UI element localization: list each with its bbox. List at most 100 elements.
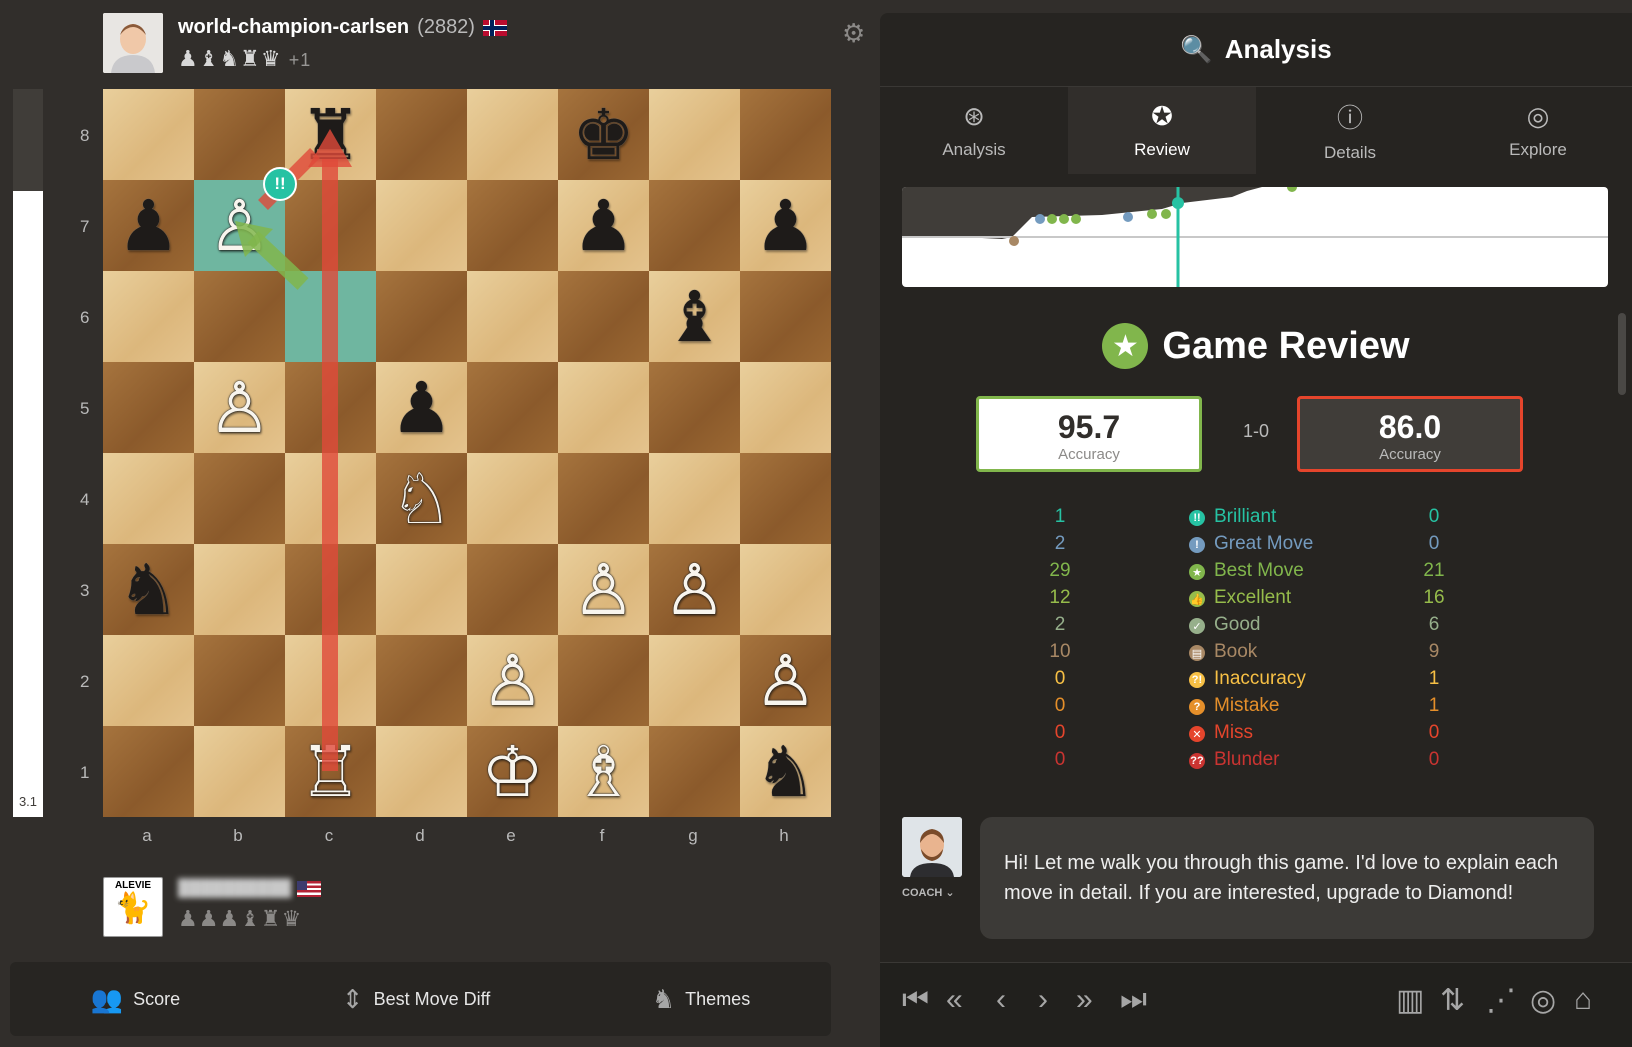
board-square-a2[interactable] <box>103 635 194 726</box>
classification-row[interactable]: 2! Great Move 0 <box>880 533 1632 561</box>
board-square-c2[interactable] <box>285 635 376 726</box>
classification-row[interactable]: 1!! Brilliant 0 <box>880 506 1632 534</box>
classification-row[interactable]: 0?! Inaccuracy 1 <box>880 668 1632 696</box>
board-square-b4[interactable] <box>194 453 285 544</box>
chart-icon[interactable]: ▥ <box>1396 983 1424 1018</box>
board-square-b2[interactable] <box>194 635 285 726</box>
flip-icon[interactable]: ⇅ <box>1440 983 1465 1018</box>
board-square-h4[interactable] <box>740 453 831 544</box>
board-square-c6[interactable] <box>285 271 376 362</box>
board-square-e2[interactable]: ♙ <box>467 635 558 726</box>
coach-avatar[interactable] <box>902 817 962 877</box>
next-icon[interactable]: › <box>1038 983 1048 1017</box>
board-square-b3[interactable] <box>194 544 285 635</box>
chess-piece[interactable]: ♜ <box>299 100 362 170</box>
tab-details[interactable]: ⓘ Details <box>1256 87 1444 174</box>
board-square-g1[interactable] <box>649 726 740 817</box>
board-square-f5[interactable] <box>558 362 649 453</box>
board-square-d5[interactable]: ♟ <box>376 362 467 453</box>
first-move-icon[interactable]: ⏮ <box>902 983 929 1017</box>
tab-review[interactable]: ✪ Review <box>1068 87 1256 174</box>
chess-piece[interactable]: ♖ <box>299 737 362 807</box>
board-square-b6[interactable] <box>194 271 285 362</box>
chess-piece[interactable]: ♟ <box>390 373 453 443</box>
classification-row[interactable]: 0? Mistake 1 <box>880 695 1632 723</box>
top-player-avatar[interactable] <box>103 13 163 73</box>
board-square-g4[interactable] <box>649 453 740 544</box>
board-square-b8[interactable] <box>194 89 285 180</box>
best-move-diff-button[interactable]: ⇕ Best Move Diff <box>342 984 491 1015</box>
tab-analysis[interactable]: ⊛ Analysis <box>880 87 1068 174</box>
board-square-g2[interactable] <box>649 635 740 726</box>
board-square-e1[interactable]: ♔ <box>467 726 558 817</box>
classification-row[interactable]: 10 ▤ Book 9 <box>880 641 1632 669</box>
back-fast-icon[interactable]: « <box>946 983 963 1017</box>
board-square-e4[interactable] <box>467 453 558 544</box>
board-square-a5[interactable] <box>103 362 194 453</box>
board-square-d8[interactable] <box>376 89 467 180</box>
board-square-g7[interactable] <box>649 180 740 271</box>
board-square-d2[interactable] <box>376 635 467 726</box>
library-icon[interactable]: ⌂ <box>1574 983 1592 1017</box>
chess-piece[interactable]: ♙ <box>208 191 271 261</box>
board-square-e6[interactable] <box>467 271 558 362</box>
board-square-a6[interactable] <box>103 271 194 362</box>
chess-piece[interactable]: ♙ <box>208 373 271 443</box>
share-icon[interactable]: ⋰ <box>1486 983 1516 1018</box>
score-button[interactable]: 👥 Score <box>91 984 180 1015</box>
chess-board[interactable]: ♜ ♚ ♟ ♙ ♟ ♟ ♝ ♙ ♟ ♘ ♞ ♙ ♙ ♙ ♙ ♖ ♔ ♗ ♞ <box>103 89 831 817</box>
board-square-a7[interactable]: ♟ <box>103 180 194 271</box>
classification-row[interactable]: 0 ✕ Miss 0 <box>880 722 1632 750</box>
board-square-h8[interactable] <box>740 89 831 180</box>
board-square-a1[interactable] <box>103 726 194 817</box>
board-square-f6[interactable] <box>558 271 649 362</box>
board-square-d7[interactable] <box>376 180 467 271</box>
gear-icon[interactable]: ⚙ <box>842 18 865 49</box>
chess-piece[interactable]: ♝ <box>663 282 726 352</box>
board-square-c4[interactable] <box>285 453 376 544</box>
board-square-e5[interactable] <box>467 362 558 453</box>
bottom-player-avatar[interactable]: ALEVIE 🐈 <box>103 877 163 937</box>
board-square-c5[interactable] <box>285 362 376 453</box>
classification-row[interactable]: 29 ★ Best Move 21 <box>880 560 1632 588</box>
target-icon[interactable]: ◎ <box>1530 983 1556 1018</box>
board-square-d4[interactable]: ♘ <box>376 453 467 544</box>
board-square-d3[interactable] <box>376 544 467 635</box>
board-square-f8[interactable]: ♚ <box>558 89 649 180</box>
board-square-d1[interactable] <box>376 726 467 817</box>
prev-icon[interactable]: ‹ <box>996 983 1006 1017</box>
board-square-f7[interactable]: ♟ <box>558 180 649 271</box>
board-square-g6[interactable]: ♝ <box>649 271 740 362</box>
last-move-icon[interactable]: ⏭ <box>1120 983 1147 1017</box>
board-square-a4[interactable] <box>103 453 194 544</box>
tab-explore[interactable]: ◎ Explore <box>1444 87 1632 174</box>
top-player-name[interactable]: world-champion-carlsen <box>178 16 409 39</box>
board-square-f3[interactable]: ♙ <box>558 544 649 635</box>
board-square-a8[interactable] <box>103 89 194 180</box>
board-square-h3[interactable] <box>740 544 831 635</box>
board-square-g8[interactable] <box>649 89 740 180</box>
chess-piece[interactable]: ♗ <box>572 737 635 807</box>
evaluation-graph[interactable] <box>902 187 1608 287</box>
chess-piece[interactable]: ♙ <box>572 555 635 625</box>
bottom-player-name[interactable]: ██████████ <box>178 880 291 898</box>
forward-fast-icon[interactable]: » <box>1076 983 1093 1017</box>
chess-piece[interactable]: ♔ <box>481 737 544 807</box>
chess-piece[interactable]: ♟ <box>754 191 817 261</box>
board-square-g3[interactable]: ♙ <box>649 544 740 635</box>
board-square-e7[interactable] <box>467 180 558 271</box>
themes-button[interactable]: ♞ Themes <box>652 984 750 1015</box>
board-square-e8[interactable] <box>467 89 558 180</box>
board-square-g5[interactable] <box>649 362 740 453</box>
board-square-f2[interactable] <box>558 635 649 726</box>
board-square-h1[interactable]: ♞ <box>740 726 831 817</box>
chess-piece[interactable]: ♚ <box>572 100 635 170</box>
chess-piece[interactable]: ♙ <box>754 646 817 716</box>
chess-piece[interactable]: ♙ <box>663 555 726 625</box>
board-square-a3[interactable]: ♞ <box>103 544 194 635</box>
chess-piece[interactable]: ♟ <box>117 191 180 261</box>
chess-piece[interactable]: ♟ <box>572 191 635 261</box>
board-square-c1[interactable]: ♖ <box>285 726 376 817</box>
chess-piece[interactable]: ♘ <box>390 464 453 534</box>
chess-piece[interactable]: ♙ <box>481 646 544 716</box>
